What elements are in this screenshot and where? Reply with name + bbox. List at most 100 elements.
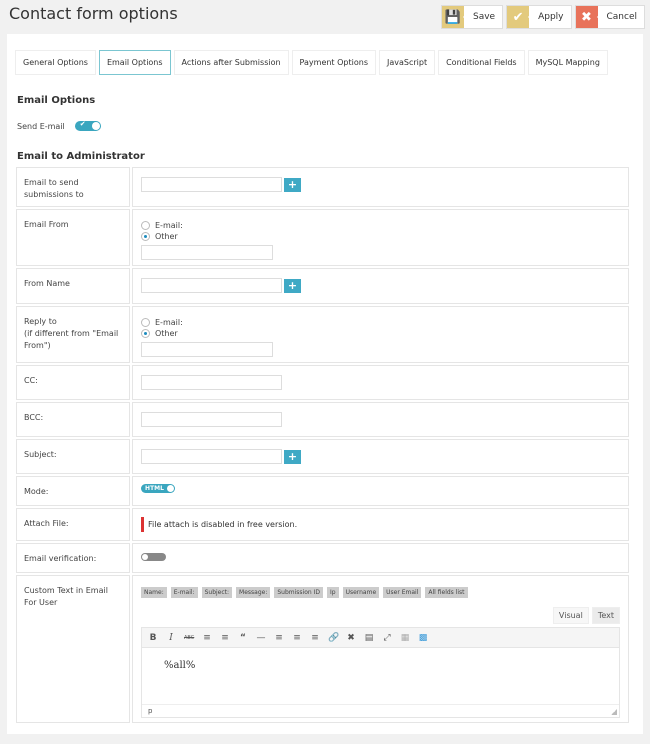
label-email-verification: Email verification: xyxy=(16,543,130,573)
email-options-heading: Email Options xyxy=(17,95,96,106)
save-label: Save xyxy=(462,6,502,28)
tag-submission-id[interactable]: Submission ID xyxy=(274,587,323,598)
toggle-knob xyxy=(142,554,148,560)
radio-button-selected[interactable] xyxy=(141,232,150,241)
label-attach-file: Attach File: xyxy=(16,508,130,541)
align-right-icon[interactable]: ≡ xyxy=(310,633,320,643)
row-email-from: Email From E-mail: Other xyxy=(16,209,629,266)
reply-to-other-input[interactable] xyxy=(141,342,273,357)
attach-disabled-notice: File attach is disabled in free version. xyxy=(141,517,620,532)
tag-subject[interactable]: Subject: xyxy=(201,587,233,598)
tab-general-options[interactable]: General Options xyxy=(15,50,96,75)
apply-label: Apply xyxy=(528,6,570,28)
fullscreen-icon[interactable]: ⤢ xyxy=(382,633,392,643)
link-icon[interactable]: 🔗 xyxy=(328,633,339,643)
send-email-toggle[interactable]: ✔ xyxy=(74,120,101,131)
radio-button[interactable] xyxy=(141,318,150,327)
save-icon: 💾 xyxy=(441,6,464,28)
submissions-to-input[interactable] xyxy=(141,177,282,192)
italic-icon[interactable]: I xyxy=(166,633,176,643)
element-path: p xyxy=(148,707,153,715)
email-from-other-input[interactable] xyxy=(141,245,273,260)
options-panel: General Options Email Options Actions af… xyxy=(7,34,643,734)
radio-other[interactable]: Other xyxy=(141,231,620,242)
visual-tab[interactable]: Visual xyxy=(552,607,589,624)
label-reply-to: Reply to (if different from "Email From"… xyxy=(16,306,130,363)
blockquote-icon[interactable]: “ xyxy=(238,633,248,643)
rich-text-editor: B I ABC ≡ ≡ “ — ≡ ≡ ≡ 🔗 ✖ ▤ ⤢ ▦ ▩ %all% … xyxy=(141,627,620,718)
tab-email-options[interactable]: Email Options xyxy=(98,50,171,75)
tag-username[interactable]: Username xyxy=(342,587,380,598)
tab-payment-options[interactable]: Payment Options xyxy=(291,50,376,75)
tag-ip[interactable]: Ip xyxy=(326,587,339,598)
send-email-row: Send E-mail ✔ xyxy=(17,120,101,131)
label-email-from: Email From xyxy=(16,209,130,266)
close-icon: ✖ xyxy=(575,6,598,28)
radio-button[interactable] xyxy=(141,221,150,230)
tab-actions-after-submission[interactable]: Actions after Submission xyxy=(173,50,289,75)
add-field-button[interactable]: + xyxy=(284,278,301,293)
save-button[interactable]: 💾 Save xyxy=(440,5,504,29)
label-from-name: From Name xyxy=(16,268,130,304)
toolbar: 💾 Save ✔ Apply ✖ Cancel xyxy=(440,5,645,29)
page-title: Contact form options xyxy=(9,4,178,23)
radio-email[interactable]: E-mail: xyxy=(141,220,620,231)
row-attach-file: Attach File: File attach is disabled in … xyxy=(16,508,629,541)
editor-mode-tabs: Visual Text xyxy=(141,607,620,624)
tag-email[interactable]: E-mail: xyxy=(170,587,198,598)
editor-statusbar: p xyxy=(142,704,619,717)
tab-conditional-fields[interactable]: Conditional Fields xyxy=(438,50,525,75)
resize-handle-icon[interactable] xyxy=(611,709,617,715)
radio-other[interactable]: Other xyxy=(141,328,620,339)
align-center-icon[interactable]: ≡ xyxy=(292,633,302,643)
cc-input[interactable] xyxy=(141,375,282,390)
tab-bar: General Options Email Options Actions af… xyxy=(15,50,608,75)
row-submissions-to: Email to send submissions to + xyxy=(16,167,629,207)
bcc-input[interactable] xyxy=(141,412,282,427)
strikethrough-icon[interactable]: ABC xyxy=(184,635,194,641)
add-field-button[interactable]: + xyxy=(284,177,301,192)
tab-mysql-mapping[interactable]: MySQL Mapping xyxy=(527,50,608,75)
row-email-verification: Email verification: xyxy=(16,543,629,573)
from-name-input[interactable] xyxy=(141,278,282,293)
check-icon: ✔ xyxy=(79,120,86,128)
text-tab[interactable]: Text xyxy=(591,607,620,624)
numbered-list-icon[interactable]: ≡ xyxy=(220,633,230,643)
unlink-icon[interactable]: ✖ xyxy=(346,633,356,643)
add-field-button[interactable]: + xyxy=(284,449,301,464)
row-custom-text: Custom Text in Email For User Name: E-ma… xyxy=(16,575,629,723)
read-more-icon[interactable]: ▤ xyxy=(364,633,374,643)
page: Contact form options 💾 Save ✔ Apply ✖ Ca… xyxy=(0,0,650,744)
apply-button[interactable]: ✔ Apply xyxy=(506,5,572,29)
radio-email[interactable]: E-mail: xyxy=(141,317,620,328)
tag-name[interactable]: Name: xyxy=(141,587,167,598)
tag-all-fields-list[interactable]: All fields list xyxy=(425,587,468,598)
tag-user-email[interactable]: User Email xyxy=(383,587,422,598)
email-verification-toggle[interactable] xyxy=(141,553,166,561)
subject-input[interactable] xyxy=(141,449,282,464)
align-left-icon[interactable]: ≡ xyxy=(274,633,284,643)
bold-icon[interactable]: B xyxy=(148,633,158,643)
toggle-knob xyxy=(167,485,174,492)
tag-message[interactable]: Message: xyxy=(236,587,271,598)
placeholder-tags: Name: E-mail: Subject: Message: Submissi… xyxy=(141,587,620,598)
horizontal-rule-icon[interactable]: — xyxy=(256,633,266,643)
editor-toolbar: B I ABC ≡ ≡ “ — ≡ ≡ ≡ 🔗 ✖ ▤ ⤢ ▦ ▩ xyxy=(142,628,619,648)
toggle-knob xyxy=(91,122,100,130)
radio-button-selected[interactable] xyxy=(141,329,150,338)
send-email-label: Send E-mail xyxy=(17,121,65,131)
label-custom-text: Custom Text in Email For User xyxy=(16,575,130,723)
tab-javascript[interactable]: JavaScript xyxy=(378,50,436,75)
label-mode: Mode: xyxy=(16,476,130,506)
editor-content[interactable]: %all% xyxy=(142,648,619,704)
row-subject: Subject: + xyxy=(16,439,629,474)
email-to-admin-heading: Email to Administrator xyxy=(17,151,145,162)
check-icon: ✔ xyxy=(507,6,530,28)
cancel-label: Cancel xyxy=(596,6,645,28)
cancel-button[interactable]: ✖ Cancel xyxy=(574,5,645,29)
mode-toggle[interactable]: HTML xyxy=(141,484,175,493)
media-icon[interactable]: ▩ xyxy=(418,633,428,643)
toolbar-toggle-icon[interactable]: ▦ xyxy=(400,633,410,643)
label-subject: Subject: xyxy=(16,439,130,474)
bullet-list-icon[interactable]: ≡ xyxy=(202,633,212,643)
